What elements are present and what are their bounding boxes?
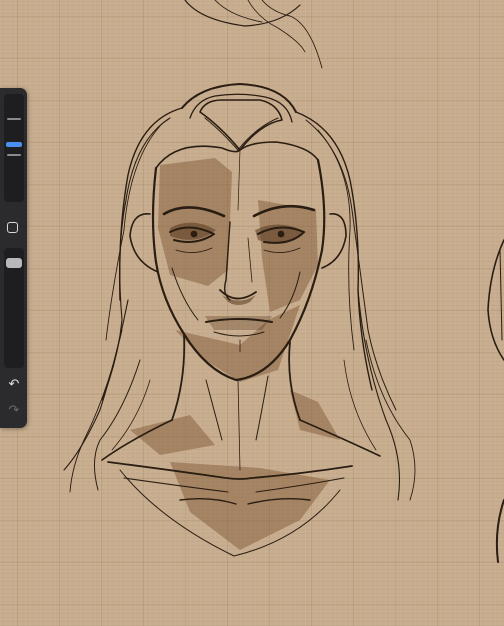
portrait-sketch <box>63 0 504 563</box>
brush-opacity-slider[interactable] <box>4 248 24 368</box>
redo-icon[interactable]: ↷ <box>6 402 22 418</box>
size-tick <box>7 118 21 120</box>
undo-icon[interactable]: ↶ <box>6 376 22 392</box>
modify-button[interactable] <box>7 222 18 233</box>
brush-size-slider[interactable] <box>4 94 24 202</box>
size-tick <box>7 154 21 156</box>
drawing-canvas[interactable]: ↶ ↷ <box>0 0 504 626</box>
brush-opacity-handle[interactable] <box>6 258 22 268</box>
brush-sidebar: ↶ ↷ <box>0 88 27 428</box>
brush-size-handle[interactable] <box>6 142 22 147</box>
